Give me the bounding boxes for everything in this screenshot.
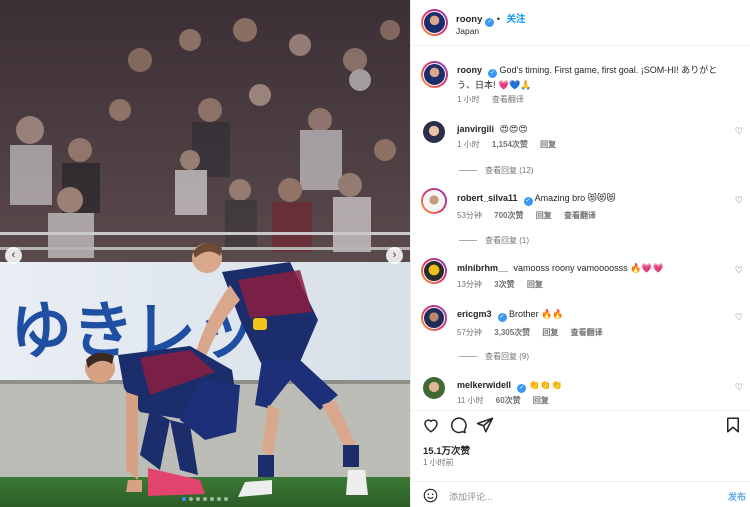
carousel-dot	[224, 497, 228, 501]
heart-icon[interactable]	[422, 416, 440, 434]
comment-avatar[interactable]	[421, 188, 447, 214]
caption-avatar[interactable]	[421, 61, 448, 88]
comment-likes[interactable]: 700次赞	[494, 211, 523, 220]
comment-text: 👏👏👏	[528, 380, 563, 390]
comment-avatar[interactable]	[421, 258, 447, 284]
post-time: 1 小时前	[423, 458, 454, 467]
comment-reply-button[interactable]: 回复	[542, 328, 558, 337]
heart-icon[interactable]: ♡	[735, 312, 743, 323]
comment-reply-button[interactable]: 回复	[527, 280, 543, 289]
comment-text: vamooss roony vamoooosss 🔥💗💗	[513, 263, 664, 273]
comment-likes[interactable]: 3,305次赞	[494, 328, 530, 337]
comment-text: Brother 🔥🔥	[509, 309, 564, 319]
follow-button[interactable]: 关注	[507, 14, 526, 25]
comment-username[interactable]: janvirgili	[457, 124, 494, 134]
post-side-panel: roony ✓ • 关注 Japan roony ✓ God's timing. F…	[410, 0, 750, 507]
post-comment-button[interactable]: 发布	[728, 490, 746, 503]
post-actions	[411, 410, 750, 438]
comment-input[interactable]: 添加评论...	[449, 490, 493, 503]
carousel-dot	[196, 497, 200, 501]
comment-text: 😍😍😍	[499, 124, 528, 134]
caption-username[interactable]: roony	[457, 65, 482, 75]
comment-username[interactable]: ericgm3	[457, 309, 492, 319]
view-replies-link[interactable]: 查看回复 (12)	[485, 165, 533, 176]
comment-item: mlnibrhm__ vamooss roony vamoooosss 🔥💗💗 …	[411, 258, 750, 298]
share-icon[interactable]	[476, 416, 494, 434]
view-replies-link[interactable]: 查看回复 (1)	[485, 235, 529, 246]
comment-item: robert_silva11 ✓ Amazing bro 😻😻😻 53分钟 700…	[411, 188, 750, 248]
carousel-next-button[interactable]: ›	[386, 247, 403, 264]
carousel-prev-button[interactable]: ‹	[5, 247, 22, 264]
comment-username[interactable]: mlnibrhm__	[457, 263, 508, 273]
comment-reply-button[interactable]: 回复	[533, 396, 549, 405]
comment-reply-button[interactable]: 回复	[536, 211, 552, 220]
post-photo[interactable]: ゆきレッ ‹ ›	[0, 0, 410, 507]
caption-time: 1 小时	[457, 95, 480, 104]
likes-count[interactable]: 15.1万次赞	[423, 443, 470, 457]
comment-time: 1 小时	[457, 140, 480, 149]
comment-text: Amazing bro 😻😻😻	[534, 193, 616, 203]
comment-item: janvirgili 😍😍😍 1 小时 1,154次赞 回复 ♡ 查看回复 (1…	[411, 121, 750, 181]
comment-avatar[interactable]	[423, 121, 445, 143]
comment-translate-link[interactable]: 查看翻译	[571, 328, 603, 337]
comment-likes[interactable]: 1,154次赞	[492, 140, 528, 149]
carousel-dot	[189, 497, 193, 501]
carousel-dot	[217, 497, 221, 501]
caption: roony ✓ God's timing. First game, first g…	[411, 61, 750, 121]
carousel-indicator	[0, 497, 410, 501]
bookmark-icon[interactable]	[724, 416, 742, 434]
comment-translate-link[interactable]: 查看翻译	[564, 211, 596, 220]
author-avatar[interactable]	[421, 9, 448, 36]
chevron-left-icon: ‹	[11, 249, 16, 261]
emoji-icon[interactable]	[423, 488, 438, 503]
caption-translate-link[interactable]: 查看翻译	[492, 95, 524, 104]
heart-icon[interactable]: ♡	[735, 382, 743, 393]
author-username[interactable]: roony	[456, 14, 482, 25]
chevron-right-icon: ›	[392, 249, 397, 261]
verified-icon: ✓	[517, 384, 527, 393]
heart-icon[interactable]: ♡	[735, 195, 743, 206]
comment-time: 11 小时	[457, 396, 484, 405]
carousel-dot	[203, 497, 207, 501]
carousel-dot	[182, 497, 186, 501]
comment-username[interactable]: melkerwidell	[457, 380, 511, 390]
add-comment-bar: 添加评论... 发布	[411, 481, 750, 507]
comment-username[interactable]: robert_silva11	[457, 193, 518, 203]
view-replies-link[interactable]: 查看回复 (9)	[485, 351, 529, 362]
carousel-dot	[210, 497, 214, 501]
post-location[interactable]: Japan	[456, 26, 479, 36]
post-header: roony ✓ • 关注 Japan	[411, 0, 750, 46]
comment-item: melkerwidell ✓ 👏👏👏 11 小时 60次赞 回复 ♡	[411, 377, 750, 409]
caption-text: God's timing. First game, first goal. ¡S…	[457, 65, 718, 90]
comment-time: 57分钟	[457, 328, 482, 337]
comment-avatar[interactable]	[421, 305, 447, 331]
verified-icon: ✓	[488, 69, 498, 78]
heart-icon[interactable]: ♡	[735, 265, 743, 276]
verified-icon: ✓	[523, 197, 533, 206]
photo-illustration: ゆきレッ	[0, 0, 410, 507]
heart-icon[interactable]: ♡	[735, 126, 743, 137]
comment-likes[interactable]: 60次赞	[496, 396, 521, 405]
comments-list[interactable]: roony ✓ God's timing. First game, first g…	[411, 47, 750, 409]
comment-reply-button[interactable]: 回复	[540, 140, 556, 149]
comment-avatar[interactable]	[423, 377, 445, 399]
comment-time: 53分钟	[457, 211, 482, 220]
comment-time: 13分钟	[457, 280, 482, 289]
comment-likes[interactable]: 3次赞	[494, 280, 514, 289]
instagram-post-modal: ゆきレッ ‹ › roony ✓ • 关注 Japan roony ✓ God'…	[0, 0, 750, 507]
comment-icon[interactable]	[449, 416, 467, 434]
comment-item: ericgm3 ✓ Brother 🔥🔥 57分钟 3,305次赞 回复 查看翻译…	[411, 305, 750, 365]
verified-icon: ✓	[497, 313, 507, 322]
